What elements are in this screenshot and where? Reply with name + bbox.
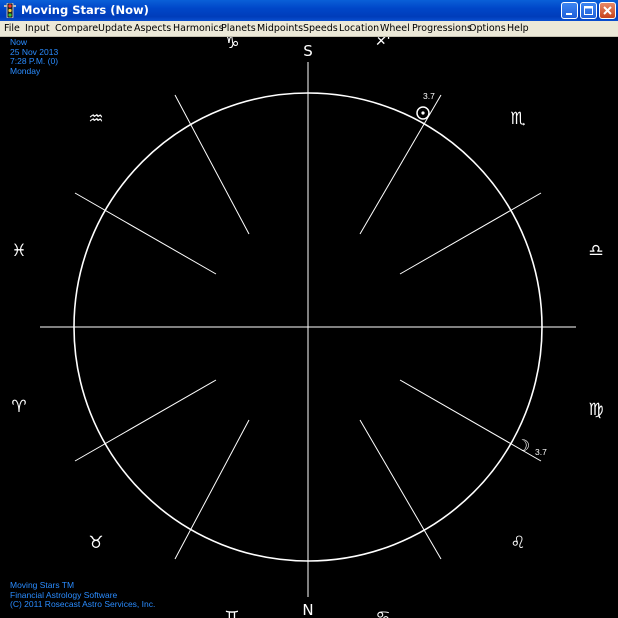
app-window: Moving Stars (Now) File Input Compare Up… — [0, 0, 618, 618]
window-title: Moving Stars (Now) — [21, 3, 149, 17]
pisces-icon: ♓ — [11, 241, 26, 261]
footer-info: Moving Stars TM Financial Astrology Soft… — [10, 580, 156, 610]
scorpio-icon: ♏ — [510, 109, 525, 129]
gemini-icon: ♊ — [224, 608, 239, 618]
aquarius-icon: ♒ — [88, 109, 103, 129]
menu-planets[interactable]: Planets — [221, 21, 256, 36]
moon-planet[interactable]: ☽ 3.7 — [516, 436, 547, 457]
libra-icon: ♎ — [588, 241, 603, 261]
house-cusp-line — [174, 419, 250, 560]
house-cusp-line — [74, 379, 217, 462]
menu-aspects[interactable]: Aspects — [134, 21, 171, 36]
maximize-button[interactable] — [580, 2, 597, 19]
south-label: S — [303, 42, 313, 60]
app-traffic-light-icon — [4, 3, 16, 18]
footer-copyright: (C) 2011 Rosecast Astro Services, Inc. — [10, 599, 156, 609]
minimize-icon — [566, 13, 572, 15]
menu-progressions[interactable]: Progressions — [412, 21, 472, 36]
moon-icon: ☽ — [516, 436, 530, 455]
moon-degree: 3.7 — [535, 447, 547, 457]
menu-help[interactable]: Help — [507, 21, 529, 36]
menu-bar: File Input Compare Update Aspects Harmon… — [0, 21, 618, 37]
menu-midpoints[interactable]: Midpoints — [257, 21, 303, 36]
title-bar[interactable]: Moving Stars (Now) — [0, 0, 618, 21]
menu-harmonics[interactable]: Harmonics — [173, 21, 224, 36]
maximize-icon — [584, 6, 593, 15]
virgo-icon: ♍ — [588, 400, 603, 420]
house-cusp-line — [174, 94, 250, 235]
aries-icon: ♈ — [11, 397, 26, 417]
cancer-icon: ♋ — [375, 608, 390, 618]
close-button[interactable] — [599, 2, 616, 19]
sagittarius-icon: ♐ — [375, 37, 390, 50]
menu-compare[interactable]: Compare — [55, 21, 98, 36]
menu-speeds[interactable]: Speeds — [303, 21, 338, 36]
menu-wheel[interactable]: Wheel — [380, 21, 410, 36]
menu-update[interactable]: Update — [98, 21, 132, 36]
taurus-icon: ♉ — [88, 533, 103, 553]
menu-location[interactable]: Location — [339, 21, 379, 36]
capricorn-icon: ♑ — [224, 37, 239, 53]
house-cusp-line — [359, 419, 442, 560]
north-label: N — [302, 601, 313, 618]
sun-planet[interactable]: 3.7 — [416, 91, 435, 120]
house-cusp-line — [74, 192, 217, 275]
menu-input[interactable]: Input — [25, 21, 50, 36]
minimize-button[interactable] — [561, 2, 578, 19]
leo-icon: ♌ — [510, 533, 525, 553]
house-cusp-line — [399, 192, 542, 275]
sun-degree: 3.7 — [423, 91, 435, 101]
menu-options[interactable]: Options — [469, 21, 506, 36]
chart-wheel: S N ♑ ♐ ♒ ♏ ♓ ♎ ♈ ♍ ♉ ♌ ♊ ♋ 3.7 ☽ 3.7 — [11, 37, 603, 618]
menu-file[interactable]: File — [4, 21, 20, 36]
chart-info: Now 25 Nov 2013 7:28 P.M. (0) Monday — [10, 37, 58, 76]
chart-info-weekday: Monday — [10, 65, 41, 76]
close-icon — [603, 6, 612, 15]
